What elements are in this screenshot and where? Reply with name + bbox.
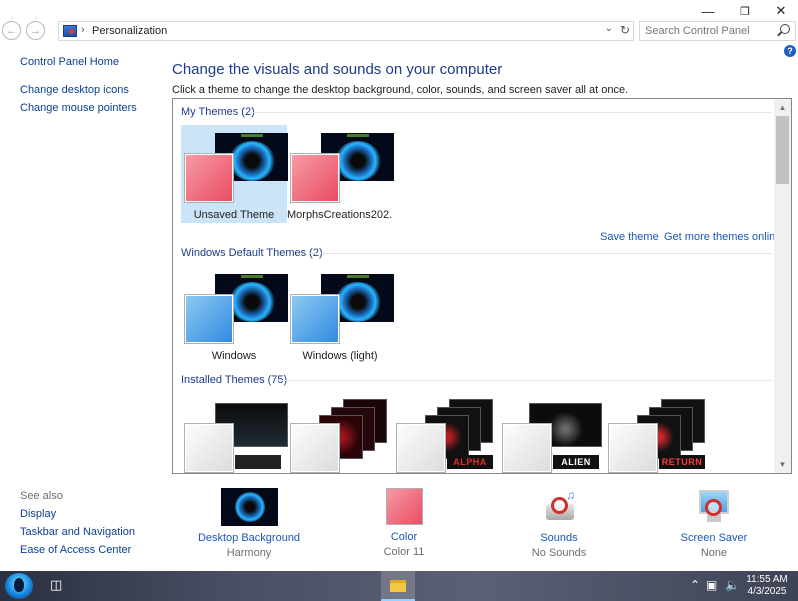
file-explorer-taskbar-button[interactable] (381, 571, 415, 601)
windows-default-heading: Windows Default Themes (2) (181, 247, 323, 259)
clock-time: 11:55 AM (746, 574, 788, 585)
installed-theme-return[interactable]: RETURN (605, 395, 711, 473)
theme-windows[interactable]: Windows (181, 266, 288, 364)
get-more-themes-link[interactable]: Get more themes online (664, 231, 781, 243)
change-mouse-pointers-link[interactable]: Change mouse pointers (20, 102, 137, 114)
back-button[interactable]: ← (2, 21, 21, 40)
page-title: Change the visuals and sounds on your co… (172, 61, 503, 78)
theme-list-scrollbar[interactable]: ▲ ▼ (774, 99, 791, 473)
theme-label: Windows (light) (302, 350, 378, 362)
restore-button[interactable]: ❐ (727, 0, 763, 22)
theme-label: Windows (211, 350, 257, 362)
clock-date: 4/3/2025 (747, 586, 787, 597)
help-icon[interactable]: ? (784, 45, 796, 57)
theme-color-swatch (396, 423, 446, 473)
chevron-right-icon[interactable]: › (81, 24, 85, 36)
forward-button[interactable]: → (26, 21, 45, 40)
installed-theme-alpha[interactable]: ALPHA (393, 395, 499, 473)
theme-brand-label: RETURN (659, 455, 705, 469)
back-arrow-icon: ← (6, 24, 17, 37)
color-swatch-icon (385, 488, 423, 525)
theme-color-swatch (608, 423, 658, 473)
control-panel-icon (63, 25, 77, 37)
theme-color-swatch (502, 423, 552, 473)
ease-of-access-link[interactable]: Ease of Access Center (20, 544, 131, 556)
screen-saver-icon (695, 488, 733, 526)
see-also-label: See also (20, 490, 63, 502)
installed-theme-1[interactable] (181, 395, 288, 473)
desktop-background-link[interactable]: Desktop Background (169, 532, 329, 544)
scroll-up-icon[interactable]: ▲ (774, 99, 791, 116)
search-icon[interactable] (780, 24, 790, 34)
task-view-icon[interactable]: ◫ (50, 577, 66, 593)
my-themes-heading: My Themes (2) (181, 106, 255, 118)
breadcrumb-personalization[interactable]: Personalization (92, 25, 167, 37)
display-link[interactable]: Display (20, 508, 56, 520)
volume-muted-icon[interactable]: 🔈 (725, 578, 740, 592)
minimize-button[interactable]: — (690, 0, 726, 22)
scroll-down-icon[interactable]: ▼ (774, 456, 791, 473)
search-box[interactable] (639, 21, 796, 41)
taskbar: ◫ ⌃ ▣ 🔈 11:55 AM 4/3/2025 (0, 571, 798, 601)
theme-windows-light[interactable]: Windows (light) (287, 266, 394, 364)
title-bar: — ❐ ✕ (0, 0, 798, 22)
group-divider (249, 112, 771, 113)
theme-label: MorphsCreations202... (287, 209, 393, 221)
page-subtitle: Click a theme to change the desktop back… (172, 84, 629, 96)
theme-color-swatch (184, 294, 234, 344)
theme-brand-label (235, 455, 281, 469)
save-theme-link[interactable]: Save theme (600, 231, 659, 243)
theme-brand-label: ALPHA (447, 455, 493, 469)
sounds-link[interactable]: Sounds (479, 532, 639, 544)
forward-arrow-icon: → (30, 24, 41, 37)
address-bar[interactable]: › Personalization ⌄ ↻ (58, 21, 634, 41)
color-value: Color 11 (383, 546, 425, 558)
refresh-icon[interactable]: ↻ (620, 23, 630, 37)
chevron-down-icon[interactable]: ⌄ (605, 23, 613, 34)
change-desktop-icons-link[interactable]: Change desktop icons (20, 84, 129, 96)
theme-brand-label: ALIEN (553, 455, 599, 469)
control-panel-home-link[interactable]: Control Panel Home (20, 56, 119, 68)
theme-color-swatch (290, 294, 340, 344)
chevron-up-icon[interactable]: ⌃ (690, 578, 700, 592)
theme-color-swatch (290, 153, 340, 203)
screen-saver-setting[interactable]: Screen Saver None (634, 488, 794, 559)
close-button[interactable]: ✕ (763, 0, 798, 22)
network-icon[interactable]: ▣ (706, 578, 717, 592)
installed-theme-alien[interactable]: ALIEN (499, 395, 605, 473)
folder-icon (390, 580, 406, 592)
scroll-thumb[interactable] (776, 116, 789, 184)
desktop-background-value: Harmony (226, 547, 272, 559)
installed-theme-2[interactable] (287, 395, 393, 473)
screen-saver-value: None (700, 547, 728, 559)
sounds-value: No Sounds (531, 547, 587, 559)
taskbar-navigation-link[interactable]: Taskbar and Navigation (20, 526, 135, 538)
navigation-bar: ← → › Personalization ⌄ ↻ (0, 20, 798, 42)
desktop-background-setting[interactable]: Desktop Background Harmony (169, 488, 329, 559)
theme-color-swatch (184, 153, 234, 203)
theme-morphscreations[interactable]: MorphsCreations202... (287, 125, 394, 223)
theme-list[interactable]: My Themes (2) Unsaved Theme MorphsCreati… (172, 98, 792, 474)
group-divider (309, 253, 771, 254)
theme-color-swatch (290, 423, 340, 473)
color-setting[interactable]: Color Color 11 (324, 488, 484, 558)
installed-themes-heading: Installed Themes (75) (181, 374, 288, 386)
group-divider (277, 380, 771, 381)
sounds-muted-icon: ♫ (540, 488, 578, 526)
search-input[interactable] (640, 22, 770, 40)
theme-label: Unsaved Theme (193, 209, 275, 221)
start-button[interactable] (5, 573, 33, 599)
screen-saver-link[interactable]: Screen Saver (634, 532, 794, 544)
theme-unsaved[interactable]: Unsaved Theme (181, 125, 288, 223)
color-link[interactable]: Color (324, 531, 484, 543)
desktop-background-thumbnail (220, 488, 278, 526)
clock[interactable]: 11:55 AM 4/3/2025 (745, 574, 789, 598)
theme-color-swatch (184, 423, 234, 473)
sounds-setting[interactable]: ♫ Sounds No Sounds (479, 488, 639, 559)
